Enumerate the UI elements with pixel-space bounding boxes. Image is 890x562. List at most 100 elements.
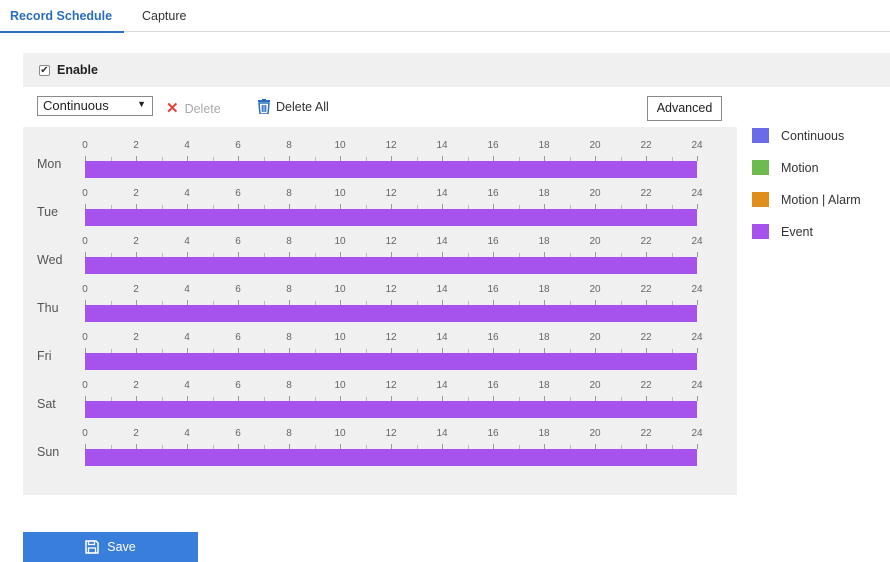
hour-tick-label: 14 [436, 140, 448, 151]
enable-checkbox[interactable]: ✔ [39, 65, 50, 76]
hour-tick-label: 4 [184, 236, 190, 247]
hour-tick-label: 22 [640, 188, 652, 199]
hour-tick-label: 18 [538, 188, 550, 199]
hour-tick-label: 2 [133, 332, 139, 343]
legend-swatch [752, 160, 769, 175]
hour-tick-label: 16 [487, 428, 499, 439]
hour-tick-label: 6 [235, 284, 241, 295]
hour-tick-label: 22 [640, 380, 652, 391]
hour-tick-label: 0 [82, 284, 88, 295]
hour-tick-label: 16 [487, 236, 499, 247]
hour-tick-label: 24 [691, 332, 703, 343]
hour-tick-label: 22 [640, 332, 652, 343]
hour-tick-label: 14 [436, 236, 448, 247]
mode-select[interactable]: Continuous ▼ [37, 96, 153, 116]
hour-tick-label: 18 [538, 428, 550, 439]
hour-tick-label: 16 [487, 188, 499, 199]
hour-tick-label: 20 [589, 332, 601, 343]
tab-record-schedule[interactable]: Record Schedule [0, 9, 125, 33]
delete-button[interactable]: ✕ Delete [166, 99, 221, 117]
hour-tick-label: 8 [286, 332, 292, 343]
hour-tick-label: 16 [487, 284, 499, 295]
close-icon: ✕ [166, 100, 179, 117]
hour-tick-mark [697, 348, 698, 353]
hour-tick-label: 14 [436, 188, 448, 199]
hour-tick-label: 24 [691, 380, 703, 391]
hour-tick-label: 22 [640, 428, 652, 439]
trash-icon [257, 99, 271, 117]
tab-capture[interactable]: Capture [142, 9, 186, 23]
day-label: Wed [37, 253, 63, 267]
save-button[interactable]: Save [23, 532, 198, 562]
hour-tick-label: 8 [286, 140, 292, 151]
hour-tick-label: 18 [538, 140, 550, 151]
day-row: Sun 0 2 4 6 8 10 12 14 16 18 20 22 24 [23, 415, 737, 466]
legend-label: Motion | Alarm [781, 193, 861, 207]
hour-tick-mark [697, 300, 698, 305]
hour-tick-label: 8 [286, 236, 292, 247]
hour-tick-label: 10 [334, 140, 346, 151]
hour-tick-label: 8 [286, 428, 292, 439]
day-label: Fri [37, 349, 52, 363]
hour-tick-label: 24 [691, 284, 703, 295]
hour-tick-mark [697, 156, 698, 161]
legend-swatch [752, 192, 769, 207]
legend-label: Motion [781, 161, 819, 175]
hour-tick-label: 12 [385, 188, 397, 199]
hour-tick-label: 20 [589, 140, 601, 151]
hour-tick-label: 6 [235, 140, 241, 151]
hour-tick-label: 4 [184, 380, 190, 391]
hour-tick-label: 18 [538, 236, 550, 247]
day-label: Mon [37, 157, 62, 171]
hour-tick-label: 6 [235, 428, 241, 439]
hour-tick-label: 12 [385, 284, 397, 295]
hour-tick-mark [697, 204, 698, 209]
hour-tick-label: 2 [133, 284, 139, 295]
hour-tick-label: 0 [82, 236, 88, 247]
day-label: Sat [37, 397, 56, 411]
enable-bar: ✔ Enable [23, 53, 890, 87]
hour-tick-label: 18 [538, 380, 550, 391]
hour-tick-label: 6 [235, 236, 241, 247]
hour-tick-label: 12 [385, 428, 397, 439]
hour-tick-label: 4 [184, 332, 190, 343]
hour-tick-label: 16 [487, 332, 499, 343]
hour-tick-label: 6 [235, 380, 241, 391]
day-label: Sun [37, 445, 60, 459]
hour-tick-label: 2 [133, 380, 139, 391]
hour-tick-label: 12 [385, 236, 397, 247]
hour-tick-label: 4 [184, 284, 190, 295]
day-row: Sat 0 2 4 6 8 10 12 14 16 18 20 22 24 [23, 367, 737, 418]
hour-tick-label: 18 [538, 284, 550, 295]
hour-tick-label: 18 [538, 332, 550, 343]
hour-tick-label: 14 [436, 428, 448, 439]
schedule-segment[interactable] [85, 449, 697, 466]
delete-all-button[interactable]: Delete All [257, 99, 329, 117]
hour-tick-label: 0 [82, 188, 88, 199]
advanced-button[interactable]: Advanced [647, 96, 722, 121]
hour-tick-label: 24 [691, 428, 703, 439]
save-icon [85, 535, 99, 562]
hour-tick-label: 20 [589, 380, 601, 391]
hour-tick-label: 0 [82, 140, 88, 151]
chevron-down-icon: ▼ [137, 99, 146, 109]
day-row: Mon 0 2 4 6 8 10 12 14 16 18 20 22 24 [23, 127, 737, 178]
hour-tick-label: 0 [82, 332, 88, 343]
day-row: Tue 0 2 4 6 8 10 12 14 16 18 20 22 24 [23, 175, 737, 226]
hour-tick-label: 10 [334, 188, 346, 199]
day-label: Tue [37, 205, 59, 219]
hour-tick-label: 4 [184, 428, 190, 439]
hour-tick-label: 24 [691, 236, 703, 247]
mode-select-value: Continuous [43, 98, 109, 113]
hour-tick-label: 8 [286, 188, 292, 199]
hour-tick-mark [697, 444, 698, 449]
hour-tick-label: 24 [691, 140, 703, 151]
hour-tick-label: 6 [235, 332, 241, 343]
hour-tick-label: 22 [640, 236, 652, 247]
hour-tick-label: 20 [589, 428, 601, 439]
hour-tick-label: 8 [286, 284, 292, 295]
legend-label: Event [781, 225, 813, 239]
day-row: Fri 0 2 4 6 8 10 12 14 16 18 20 22 24 [23, 319, 737, 370]
hour-tick-label: 4 [184, 188, 190, 199]
hour-tick-label: 10 [334, 428, 346, 439]
